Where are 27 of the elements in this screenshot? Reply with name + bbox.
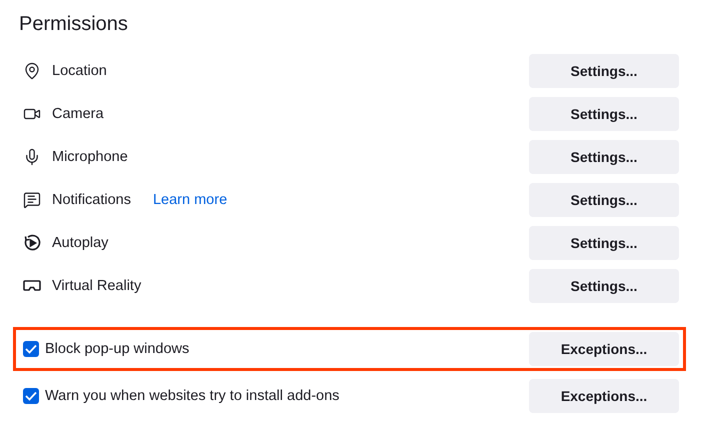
- permission-label: Location: [52, 62, 107, 78]
- settings-button[interactable]: Settings...: [529, 96, 679, 130]
- location-pin-icon: [23, 62, 41, 80]
- permission-label: Camera: [52, 106, 104, 122]
- learn-more-link[interactable]: Learn more: [152, 192, 228, 208]
- settings-button[interactable]: Settings...: [529, 226, 679, 260]
- checkbox-label: Block pop-up windows: [45, 341, 190, 357]
- message-icon: [23, 190, 41, 208]
- permission-label: Virtual Reality: [52, 278, 142, 294]
- permission-label: Microphone: [52, 148, 128, 164]
- checkmark-icon: [25, 390, 37, 400]
- settings-button[interactable]: Settings...: [529, 54, 679, 88]
- checkbox[interactable]: [23, 341, 39, 357]
- autoplay-icon: [23, 234, 41, 252]
- checkbox-label: Warn you when websites try to install add-ons: [45, 388, 340, 404]
- settings-button[interactable]: Settings...: [529, 140, 679, 174]
- permission-label: Autoplay: [52, 234, 108, 250]
- microphone-icon: [23, 148, 41, 166]
- checkbox[interactable]: [23, 388, 39, 404]
- settings-button[interactable]: Settings...: [529, 268, 679, 302]
- vr-headset-icon: [23, 278, 41, 292]
- permission-label: Notifications: [52, 192, 131, 208]
- exceptions-button[interactable]: Exceptions...: [529, 378, 679, 412]
- exceptions-button[interactable]: Exceptions...: [529, 332, 679, 366]
- section-title: Permissions: [19, 12, 129, 37]
- checkmark-icon: [25, 344, 37, 354]
- settings-button[interactable]: Settings...: [529, 182, 679, 216]
